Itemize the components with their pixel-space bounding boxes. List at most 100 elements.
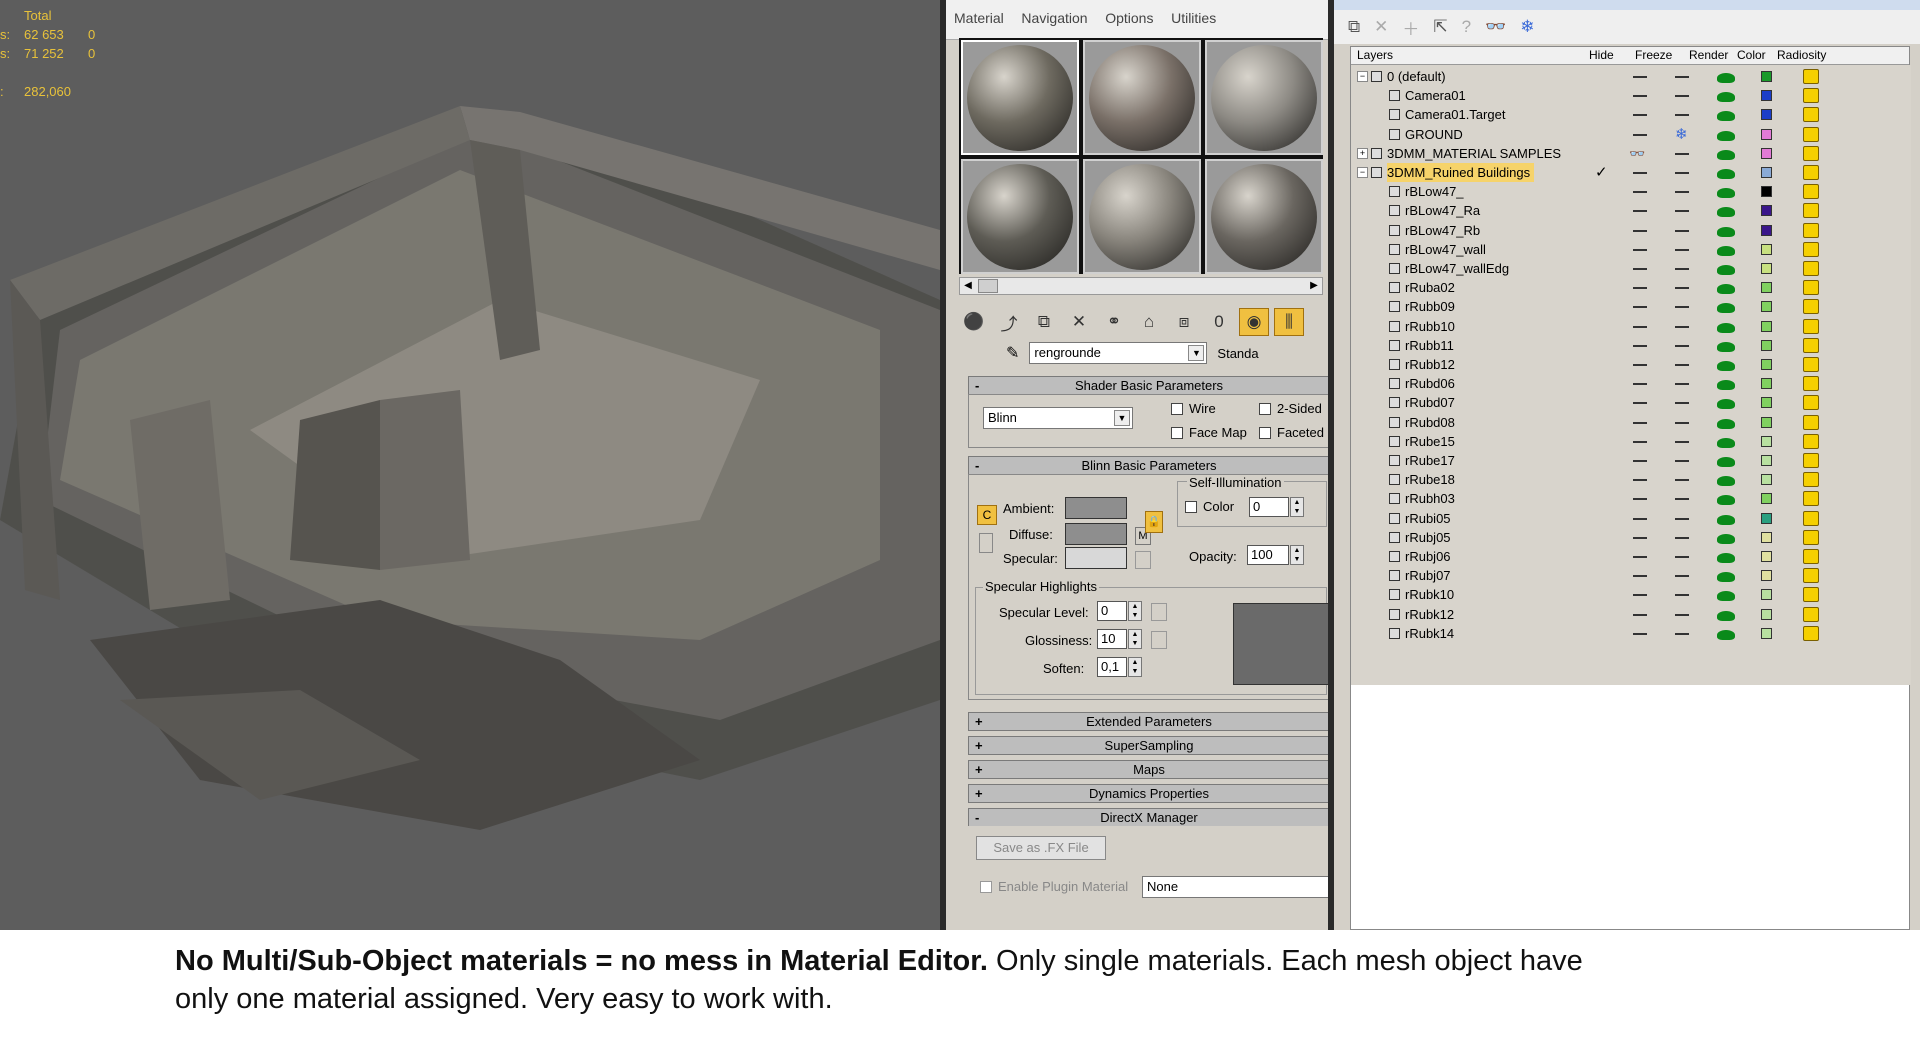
freeze-toggle[interactable]: [1675, 460, 1689, 462]
layer-color-swatch[interactable]: [1761, 301, 1772, 313]
freeze-toggle[interactable]: [1675, 76, 1689, 78]
layer-color-swatch[interactable]: [1761, 90, 1772, 102]
radiosity-icon[interactable]: [1803, 165, 1819, 180]
menu-material[interactable]: Material: [954, 10, 1004, 26]
collapse-icon[interactable]: −: [1357, 71, 1368, 82]
layer-name[interactable]: rRubj06: [1405, 547, 1455, 566]
hide-toggle[interactable]: [1633, 440, 1647, 443]
radiosity-icon[interactable]: [1803, 337, 1819, 353]
radiosity-icon[interactable]: [1803, 88, 1819, 104]
enable-plugin-checkbox[interactable]: [980, 881, 992, 893]
radiosity-icon[interactable]: [1803, 299, 1819, 315]
rollout-blinn-basic[interactable]: - Blinn Basic Parameters: [968, 456, 1328, 475]
layer-name[interactable]: rBLow47_: [1405, 182, 1468, 201]
face-map-checkbox[interactable]: [1171, 427, 1183, 439]
render-teapot-icon[interactable]: [1717, 188, 1735, 199]
object-row[interactable]: rRubj07: [1351, 566, 1867, 585]
freeze-toggle[interactable]: [1675, 421, 1689, 424]
rollout-extended-parameters[interactable]: + Extended Parameters: [968, 712, 1328, 731]
layer-color-swatch[interactable]: [1761, 359, 1772, 370]
pick-material-icon[interactable]: ✎: [1006, 343, 1019, 363]
opacity-spinner[interactable]: 100 ▲ ▼: [1247, 545, 1304, 565]
material-name-field[interactable]: rengrounde ▼: [1029, 342, 1208, 364]
hide-toggle[interactable]: [1633, 613, 1647, 616]
layer-color-swatch[interactable]: [1761, 589, 1772, 601]
layer-row[interactable]: +3DMM_MATERIAL SAMPLES 👓: [1351, 144, 1867, 163]
layer-color-swatch[interactable]: [1761, 416, 1772, 428]
layer-name[interactable]: rRubk14: [1405, 624, 1458, 643]
object-row[interactable]: rRubk10: [1351, 585, 1867, 604]
render-teapot-icon[interactable]: [1717, 514, 1735, 525]
menu-navigation[interactable]: Navigation: [1021, 10, 1087, 26]
object-row[interactable]: Camera01: [1351, 86, 1867, 105]
layer-name[interactable]: rBLow47_wallEdg: [1405, 259, 1513, 278]
radiosity-icon[interactable]: [1803, 472, 1819, 488]
freeze-toggle[interactable]: [1675, 613, 1689, 616]
radiosity-icon[interactable]: [1803, 491, 1819, 507]
expand-icon[interactable]: +: [1357, 147, 1368, 159]
layer-color-swatch[interactable]: [1761, 243, 1772, 255]
render-teapot-icon[interactable]: [1717, 495, 1735, 506]
radiosity-icon[interactable]: [1803, 414, 1819, 430]
render-teapot-icon[interactable]: [1717, 591, 1735, 602]
object-row[interactable]: rRubb11: [1351, 336, 1867, 355]
layer-name[interactable]: rRube18: [1405, 470, 1459, 489]
hide-toggle[interactable]: [1633, 632, 1647, 635]
reset-map-icon[interactable]: ✕: [1064, 308, 1094, 336]
layer-color-swatch[interactable]: [1761, 378, 1772, 390]
layer-name[interactable]: rRubh03: [1405, 489, 1459, 508]
layer-color-swatch[interactable]: [1761, 167, 1772, 178]
delete-layer-icon[interactable]: ✕: [1374, 17, 1388, 37]
layer-name[interactable]: rRubj07: [1405, 566, 1455, 585]
radiosity-icon[interactable]: [1803, 376, 1819, 392]
render-teapot-icon[interactable]: [1717, 207, 1735, 218]
layer-name[interactable]: rRubd06: [1405, 374, 1459, 393]
hide-toggle[interactable]: [1633, 210, 1647, 213]
highlight-icon[interactable]: ?: [1462, 17, 1471, 37]
rollout-dynamics-properties[interactable]: + Dynamics Properties: [968, 784, 1328, 803]
radiosity-icon[interactable]: [1803, 549, 1819, 564]
layer-color-swatch[interactable]: [1761, 205, 1772, 217]
layer-color-swatch[interactable]: [1761, 186, 1772, 198]
render-teapot-icon[interactable]: [1717, 399, 1735, 410]
hide-toggle[interactable]: [1633, 536, 1647, 539]
radiosity-icon[interactable]: [1803, 184, 1819, 200]
freeze-toggle[interactable]: [1675, 306, 1689, 309]
scroll-right-icon[interactable]: ▶: [1306, 278, 1322, 294]
layer-name[interactable]: 3DMM_MATERIAL SAMPLES: [1387, 144, 1565, 163]
render-teapot-icon[interactable]: [1717, 418, 1735, 429]
radiosity-icon[interactable]: [1803, 280, 1819, 296]
layer-name[interactable]: rRuba02: [1405, 278, 1459, 297]
layer-color-swatch[interactable]: [1761, 263, 1772, 274]
layer-color-swatch[interactable]: [1761, 512, 1772, 524]
hide-toggle[interactable]: [1633, 268, 1647, 270]
hide-toggle[interactable]: [1633, 133, 1647, 136]
sample-slot[interactable]: [961, 40, 1079, 155]
ambient-color-swatch[interactable]: [1065, 497, 1127, 519]
hide-toggle[interactable]: [1633, 229, 1647, 232]
get-material-icon[interactable]: ⚫: [959, 308, 989, 336]
lock-diffuse-specular-icon[interactable]: [979, 533, 993, 553]
layer-color-swatch[interactable]: [1761, 531, 1772, 543]
glossiness-map-button[interactable]: [1151, 631, 1167, 649]
freeze-toggle[interactable]: [1675, 268, 1689, 270]
object-row[interactable]: rRube18: [1351, 470, 1867, 489]
layer-name[interactable]: rRube15: [1405, 432, 1459, 451]
freeze-toggle[interactable]: [1675, 364, 1689, 366]
assign-to-selection-icon[interactable]: ⧉: [1029, 308, 1059, 336]
object-row[interactable]: rBLow47_Ra: [1351, 201, 1867, 220]
radiosity-icon[interactable]: [1803, 587, 1819, 603]
radiosity-icon[interactable]: [1803, 126, 1819, 142]
freeze-toggle[interactable]: [1675, 594, 1689, 597]
radiosity-icon[interactable]: [1803, 453, 1819, 468]
radiosity-icon[interactable]: [1803, 606, 1819, 622]
hide-toggle[interactable]: [1633, 402, 1647, 405]
object-row[interactable]: rBLow47_Rb: [1351, 221, 1867, 240]
show-end-result-icon[interactable]: ◉: [1239, 308, 1269, 336]
radiosity-icon[interactable]: [1803, 241, 1819, 257]
radiosity-icon[interactable]: [1803, 529, 1819, 545]
render-teapot-icon[interactable]: [1717, 226, 1735, 237]
put-to-scene-icon[interactable]: ⤴: [994, 308, 1024, 336]
rollout-maps[interactable]: + Maps: [968, 760, 1328, 779]
frozen-icon[interactable]: ❄: [1675, 125, 1688, 144]
